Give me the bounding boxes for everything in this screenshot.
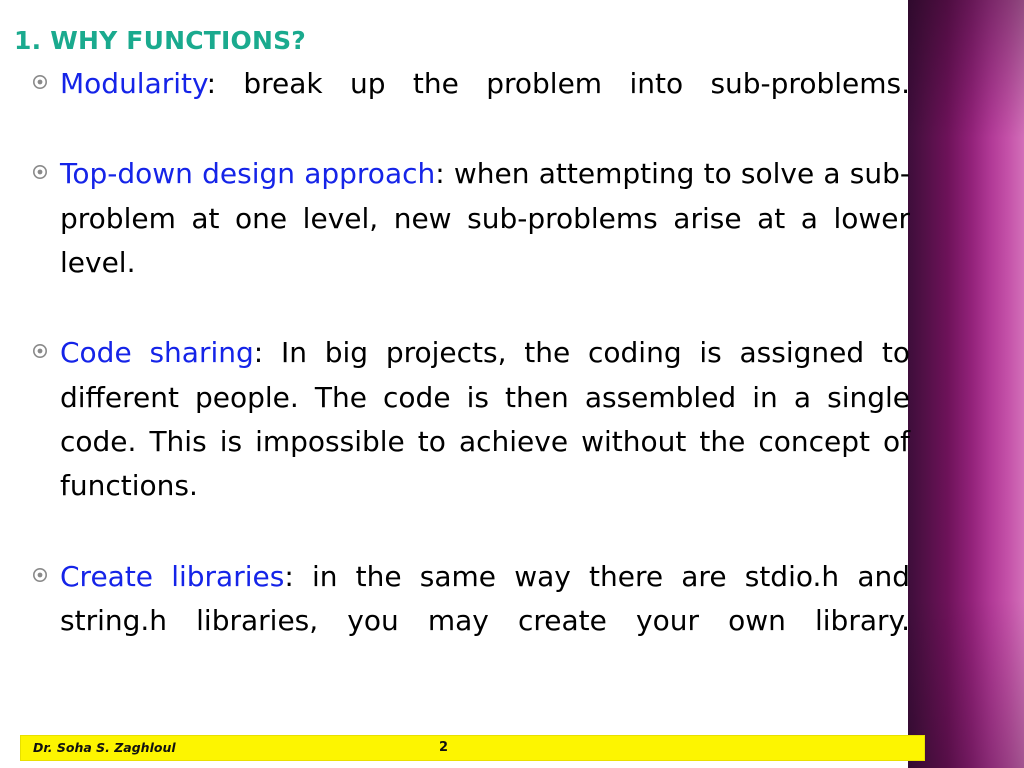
list-item-lead: Top-down design approach [60, 157, 436, 191]
list-item-lead: Code sharing [60, 336, 254, 370]
footer-author: Dr. Soha S. Zaghloul [33, 740, 176, 755]
list-item-lead: Create libraries [60, 559, 285, 593]
list-item: Modularity: break up the problem into su… [26, 62, 910, 150]
list-item-text: Top-down design approach: when attemptin… [60, 152, 910, 329]
list-item-lead: Modularity [60, 67, 207, 100]
ring-bullet-icon [26, 62, 60, 90]
slide: 1. WHY FUNCTIONS? Modularity: break up t… [0, 0, 1024, 768]
page-title: 1. WHY FUNCTIONS? [14, 26, 306, 55]
ring-bullet-icon [26, 331, 60, 359]
list-item: Code sharing: In big projects, the codin… [26, 331, 910, 552]
list-item-rest: : break up the problem into sub-problems… [206, 67, 910, 100]
bullet-list: Modularity: break up the problem into su… [26, 62, 910, 689]
footer-bar: Dr. Soha S. Zaghloul 2 [20, 735, 925, 761]
list-item-text: Modularity: break up the problem into su… [60, 62, 910, 150]
ring-bullet-icon [26, 152, 60, 180]
list-item: Create libraries: in the same way there … [26, 555, 910, 688]
footer-page-number: 2 [439, 740, 449, 755]
ring-bullet-icon [26, 555, 60, 583]
list-item-text: Create libraries: in the same way there … [60, 555, 910, 688]
list-item: Top-down design approach: when attemptin… [26, 152, 910, 329]
list-item-text: Code sharing: In big projects, the codin… [60, 331, 910, 552]
right-decorative-band-shading [908, 0, 1024, 768]
